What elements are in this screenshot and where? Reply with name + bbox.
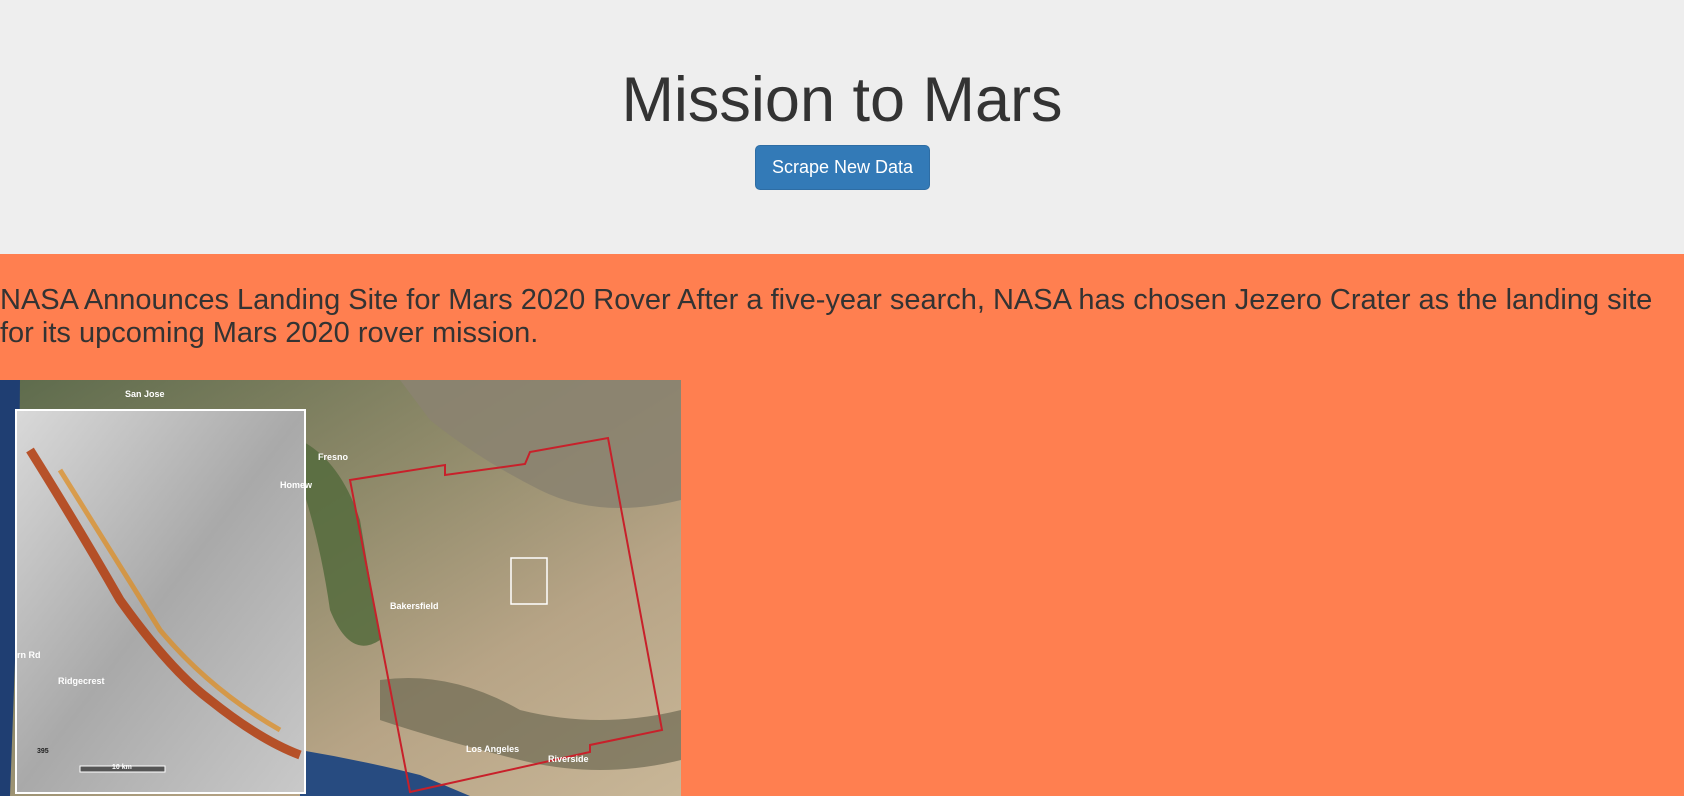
label-riverside: Riverside bbox=[548, 754, 589, 764]
header-jumbotron: Mission to Mars Scrape New Data bbox=[0, 0, 1684, 254]
label-road: rn Rd bbox=[17, 650, 41, 660]
news-text: NASA Announces Landing Site for Mars 202… bbox=[0, 284, 1680, 350]
label-homewood: Homew bbox=[280, 480, 313, 490]
page-title: Mission to Mars bbox=[621, 65, 1063, 135]
label-los-angeles: Los Angeles bbox=[466, 744, 519, 754]
label-scale: 10 km bbox=[112, 764, 132, 771]
label-fresno: Fresno bbox=[318, 452, 349, 462]
label-ridgecrest: Ridgecrest bbox=[58, 676, 105, 686]
label-bakersfield: Bakersfield bbox=[390, 601, 439, 611]
label-hwy: 395 bbox=[37, 748, 49, 755]
news-section: NASA Announces Landing Site for Mars 202… bbox=[0, 254, 1684, 796]
scrape-new-data-button[interactable]: Scrape New Data bbox=[755, 145, 930, 190]
news-title: NASA Announces Landing Site for Mars 202… bbox=[0, 284, 671, 316]
label-san-jose: San Jose bbox=[125, 389, 165, 399]
featured-image: San Jose Fresno Bakersfield Los Angeles … bbox=[0, 380, 681, 796]
